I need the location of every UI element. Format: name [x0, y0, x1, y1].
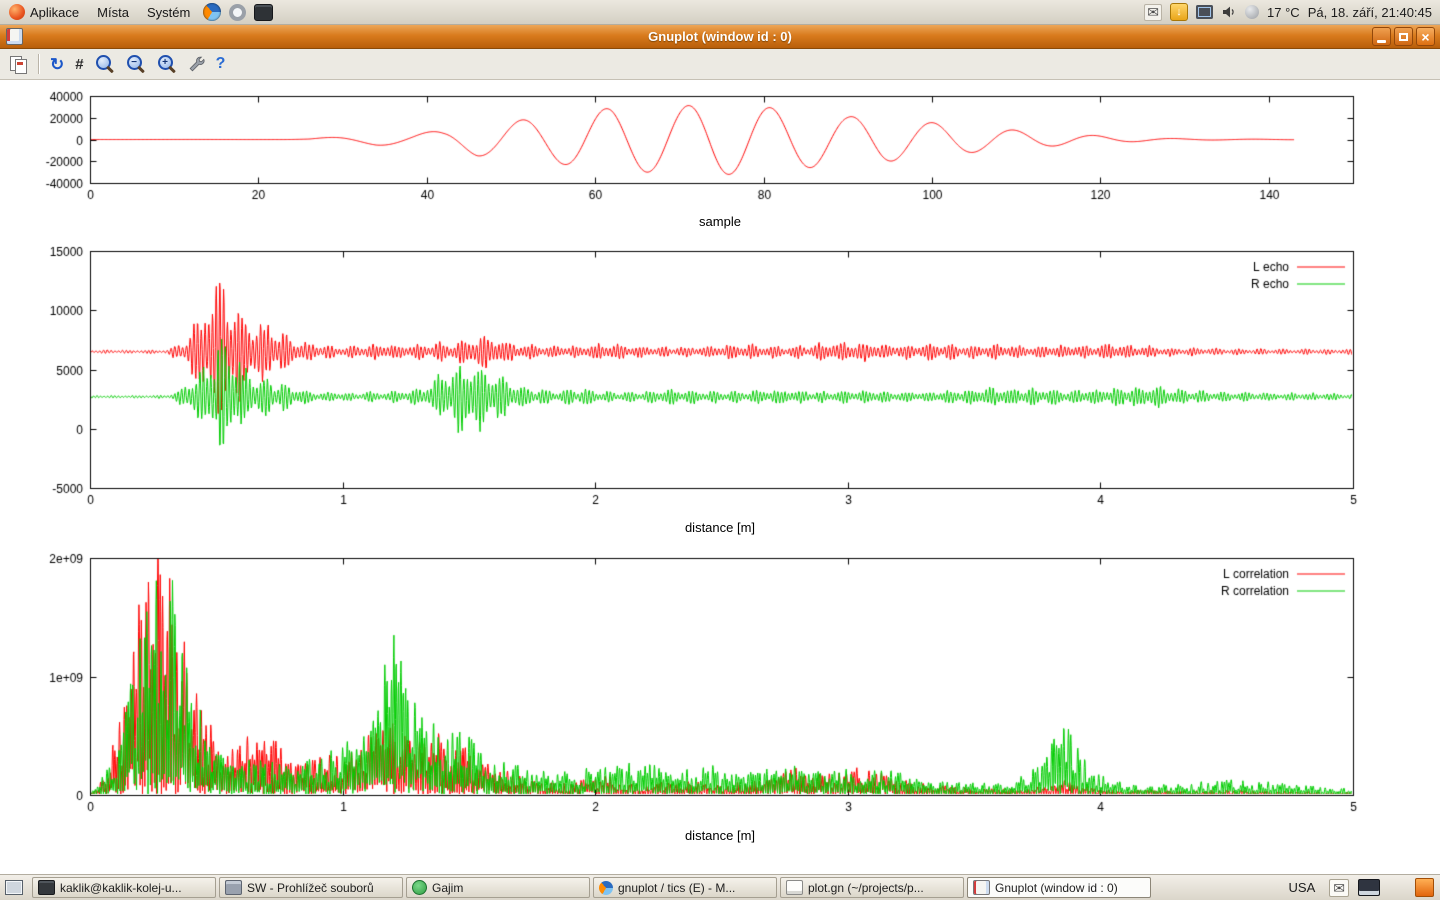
- zoom-out-glyph: −: [131, 58, 137, 68]
- zoom-in-handle: [168, 66, 176, 74]
- help-launcher-icon[interactable]: [229, 4, 246, 21]
- task-button-file-manager[interactable]: SW - Prohlížeč souborů: [219, 877, 403, 898]
- zoom-handle: [106, 66, 114, 74]
- zoom-out-icon[interactable]: −: [126, 54, 146, 74]
- gnuplot-icon: [973, 880, 990, 895]
- menu-system[interactable]: Systém: [138, 0, 199, 24]
- maximize-button[interactable]: [1394, 27, 1413, 46]
- task-button-label: kaklik@kaklik-kolej-u...: [60, 881, 182, 895]
- window-controls: ×: [1372, 27, 1440, 46]
- updates-corner-icon[interactable]: [1415, 878, 1434, 897]
- taskbar: kaklik@kaklik-kolej-u... SW - Prohlížeč …: [0, 874, 1440, 900]
- plot-toolbar: ↻ # − + ?: [0, 49, 1440, 80]
- plot-area: sample distance [m] distance [m]: [0, 80, 1440, 874]
- help-icon[interactable]: ?: [216, 56, 226, 72]
- chart-3-canvas: [0, 548, 1440, 818]
- terminal-launcher-icon[interactable]: [254, 4, 273, 21]
- show-desktop-icon[interactable]: [5, 880, 23, 895]
- refresh-icon[interactable]: ↻: [50, 56, 64, 73]
- chart-3-xlabel: distance [m]: [0, 828, 1440, 843]
- task-button-gnuplot[interactable]: Gnuplot (window id : 0): [967, 877, 1151, 898]
- close-button[interactable]: ×: [1416, 27, 1435, 46]
- display-settings-icon[interactable]: [1196, 5, 1213, 19]
- temperature-label[interactable]: 17 °C: [1267, 5, 1300, 20]
- update-arrow-icon: ↓: [1176, 6, 1182, 18]
- top-panel: Aplikace Místa Systém ✉ ↓ 17 °C Pá, 18. …: [0, 0, 1440, 25]
- software-update-icon[interactable]: ↓: [1170, 3, 1188, 21]
- chart-2-xlabel: distance [m]: [0, 520, 1440, 535]
- grid-icon[interactable]: #: [75, 57, 83, 72]
- firefox-launcher-icon[interactable]: [203, 3, 221, 21]
- minimize-button[interactable]: [1372, 27, 1391, 46]
- zoom-icon[interactable]: [95, 54, 115, 74]
- task-button-label: Gnuplot (window id : 0): [995, 881, 1118, 895]
- wrench-glyph: [188, 56, 205, 73]
- task-button-label: SW - Prohlížeč souborů: [247, 881, 374, 895]
- window-title: Gnuplot (window id : 0): [0, 29, 1440, 44]
- gajim-icon: [412, 880, 427, 895]
- zoom-out-handle: [137, 66, 145, 74]
- toolbar-separator: [38, 54, 39, 74]
- text-editor-icon: [786, 880, 803, 895]
- task-button-gajim[interactable]: Gajim: [406, 877, 590, 898]
- chart-2-canvas: [0, 240, 1440, 510]
- zoom-in-glyph: +: [162, 58, 168, 68]
- menu-places-label: Místa: [97, 5, 129, 20]
- task-button-editor[interactable]: plot.gn (~/projects/p...: [780, 877, 964, 898]
- mail-notification-icon[interactable]: ✉: [1144, 4, 1162, 21]
- copy-page-mark: [17, 62, 23, 65]
- keyboard-layout-indicator[interactable]: USA: [1284, 879, 1321, 896]
- chart-1-xlabel: sample: [0, 214, 1440, 229]
- maximize-icon: [1399, 33, 1408, 41]
- settings-wrench-icon[interactable]: [188, 56, 205, 73]
- menu-applications[interactable]: Aplikace: [0, 0, 88, 24]
- firefox-icon: [599, 881, 613, 895]
- menu-applications-label: Aplikace: [30, 5, 79, 20]
- clock-label[interactable]: Pá, 18. září, 21:40:45: [1308, 5, 1432, 20]
- keyboard-tray-icon[interactable]: [1358, 879, 1380, 896]
- copy-icon[interactable]: [8, 55, 27, 74]
- window-titlebar[interactable]: Gnuplot (window id : 0) ×: [0, 24, 1440, 49]
- task-button-label: gnuplot / tics (E) - M...: [618, 881, 735, 895]
- task-button-label: Gajim: [432, 881, 463, 895]
- weather-icon[interactable]: [1245, 5, 1259, 19]
- menu-places[interactable]: Místa: [88, 0, 138, 24]
- mail-tray-icon[interactable]: ✉: [1329, 879, 1349, 897]
- file-manager-icon: [225, 880, 242, 895]
- ubuntu-logo-icon: [9, 4, 25, 20]
- terminal-icon: [38, 880, 55, 895]
- task-button-label: plot.gn (~/projects/p...: [808, 881, 924, 895]
- panel-tray: ✉ ↓ 17 °C Pá, 18. září, 21:40:45: [1144, 3, 1440, 21]
- taskbar-tray: USA ✉: [1284, 878, 1440, 897]
- task-button-terminal[interactable]: kaklik@kaklik-kolej-u...: [32, 877, 216, 898]
- volume-icon[interactable]: [1221, 4, 1237, 20]
- minimize-icon: [1377, 40, 1386, 43]
- zoom-in-icon[interactable]: +: [157, 54, 177, 74]
- chart-1-canvas: [0, 84, 1440, 234]
- close-icon: ×: [1421, 30, 1429, 44]
- menu-system-label: Systém: [147, 5, 190, 20]
- speaker-glyph: [1221, 4, 1237, 20]
- task-button-firefox[interactable]: gnuplot / tics (E) - M...: [593, 877, 777, 898]
